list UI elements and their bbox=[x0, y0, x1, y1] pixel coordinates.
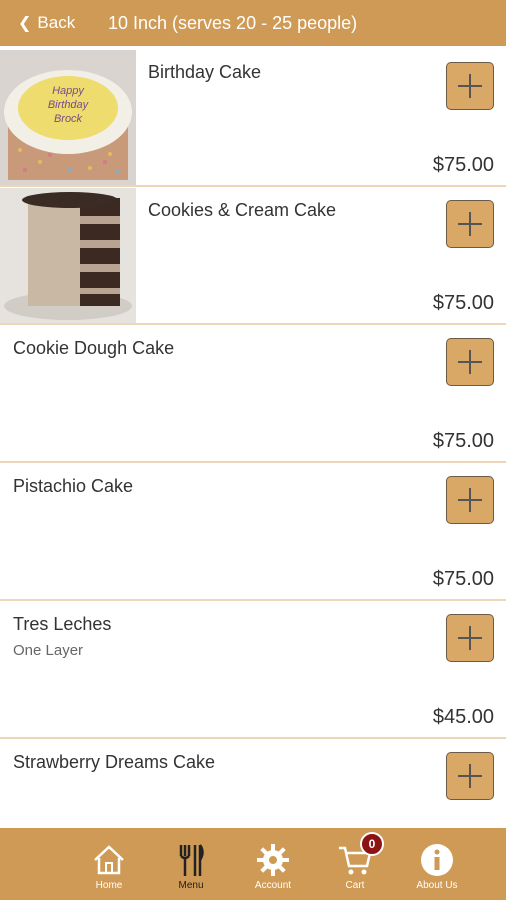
list-item[interactable]: Pistachio Cake $75.00 bbox=[0, 463, 506, 601]
item-price: $45.00 bbox=[432, 706, 494, 728]
home-icon bbox=[94, 845, 124, 875]
tab-about-us[interactable]: About Us bbox=[396, 828, 478, 900]
tab-cart[interactable]: 0 Cart bbox=[314, 828, 396, 900]
chevron-left-icon: ❮ bbox=[18, 15, 32, 32]
item-price: $75.00 bbox=[432, 154, 494, 176]
page-title: 10 Inch (serves 20 - 25 people) bbox=[108, 12, 358, 33]
gear-icon bbox=[257, 844, 289, 876]
item-name: Birthday Cake bbox=[148, 62, 262, 82]
cart-count-badge: 0 bbox=[360, 832, 384, 856]
plus-icon bbox=[458, 626, 482, 650]
tab-label: Account bbox=[254, 880, 292, 891]
plus-icon bbox=[458, 350, 482, 374]
product-list[interactable]: Happy Birthday Brock Birthday Cake $75.0… bbox=[0, 49, 506, 828]
tab-label: Cart bbox=[345, 880, 365, 891]
utensils-icon bbox=[179, 844, 204, 876]
item-price: $75.00 bbox=[432, 568, 494, 590]
bottom-tab-bar: Home Menu Account 0 Cart About Us bbox=[0, 828, 506, 900]
item-price: $75.00 bbox=[432, 430, 494, 452]
plus-icon bbox=[458, 212, 482, 236]
back-label: Back bbox=[37, 13, 76, 32]
plus-icon bbox=[458, 764, 482, 788]
tab-label: About Us bbox=[416, 880, 458, 891]
top-bar: ❮ Back 10 Inch (serves 20 - 25 people) bbox=[0, 0, 506, 46]
item-name: Pistachio Cake bbox=[13, 476, 134, 496]
back-button[interactable]: ❮ Back bbox=[0, 13, 108, 33]
birthday-cake-image: Happy Birthday Brock bbox=[0, 50, 136, 185]
item-name: Strawberry Dreams Cake bbox=[13, 752, 216, 772]
item-subtitle: One Layer bbox=[13, 642, 84, 659]
item-name: Cookies & Cream Cake bbox=[148, 200, 337, 220]
list-item[interactable]: Cookie Dough Cake $75.00 bbox=[0, 325, 506, 463]
add-button[interactable] bbox=[446, 752, 494, 800]
cookies-cream-cake-image bbox=[0, 188, 136, 323]
tab-label: Home bbox=[95, 880, 123, 891]
tab-account[interactable]: Account bbox=[232, 828, 314, 900]
cake-text-line-3: Brock bbox=[54, 113, 83, 125]
plus-icon bbox=[458, 488, 482, 512]
add-button[interactable] bbox=[446, 476, 494, 524]
list-item[interactable]: Cookies & Cream Cake $75.00 bbox=[0, 187, 506, 325]
list-item[interactable]: Strawberry Dreams Cake bbox=[0, 739, 506, 828]
add-button[interactable] bbox=[446, 62, 494, 110]
item-name: Cookie Dough Cake bbox=[13, 338, 175, 358]
plus-icon bbox=[458, 74, 482, 98]
list-item[interactable]: Tres Leches One Layer $45.00 bbox=[0, 601, 506, 739]
cake-text-line-1: Happy bbox=[52, 85, 85, 97]
add-button[interactable] bbox=[446, 614, 494, 662]
tab-home[interactable]: Home bbox=[68, 828, 150, 900]
tab-menu[interactable]: Menu bbox=[150, 828, 232, 900]
item-name: Tres Leches bbox=[13, 614, 112, 634]
add-button[interactable] bbox=[446, 200, 494, 248]
tab-label: Menu bbox=[178, 880, 204, 891]
add-button[interactable] bbox=[446, 338, 494, 386]
cake-text-line-2: Birthday bbox=[48, 99, 90, 111]
item-price: $75.00 bbox=[432, 292, 494, 314]
info-icon bbox=[421, 844, 453, 876]
list-item[interactable]: Happy Birthday Brock Birthday Cake $75.0… bbox=[0, 49, 506, 187]
